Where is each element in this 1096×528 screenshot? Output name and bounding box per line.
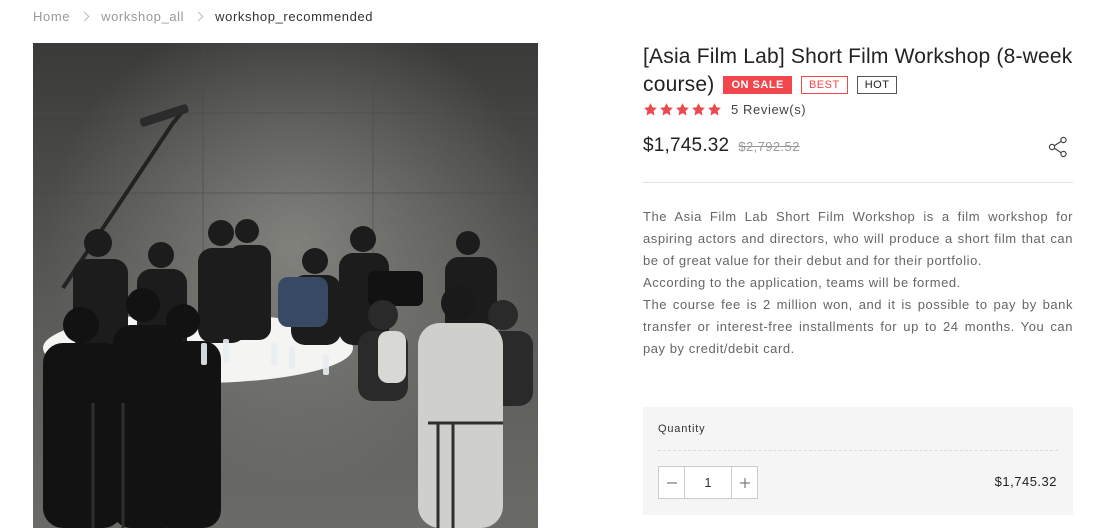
breadcrumb: Home workshop_all workshop_recommended	[33, 9, 373, 24]
share-button[interactable]	[1046, 135, 1070, 159]
star-icon	[676, 103, 689, 116]
review-count-link[interactable]: 5 Review(s)	[731, 102, 806, 117]
quantity-label: Quantity	[658, 423, 706, 435]
description-paragraph: The Asia Film Lab Short Film Workshop is…	[643, 209, 1073, 268]
current-price: $1,745.32	[643, 135, 730, 156]
decrease-quantity-button[interactable]	[659, 467, 685, 498]
plus-icon	[739, 477, 750, 488]
on-sale-badge: ON SALE	[723, 76, 792, 94]
quantity-stepper	[658, 466, 758, 499]
description-paragraph: According to the application, teams will…	[643, 275, 961, 290]
star-icon	[644, 103, 657, 116]
share-icon	[1048, 136, 1067, 158]
workshop-photo	[33, 43, 538, 528]
price-block: $1,745.32 $2,792.52	[643, 135, 800, 157]
description-paragraph: The course fee is 2 million won, and it …	[643, 297, 1073, 356]
breadcrumb-category-link[interactable]: workshop_all	[101, 9, 184, 24]
quantity-panel: Quantity $1,745.32	[643, 407, 1073, 515]
minus-icon	[666, 481, 677, 484]
chevron-right-icon	[193, 11, 204, 22]
product-image[interactable]	[33, 43, 538, 528]
increase-quantity-button[interactable]	[731, 467, 757, 498]
chevron-right-icon	[79, 11, 90, 22]
dashed-divider	[658, 450, 1058, 451]
hot-badge: HOT	[856, 76, 898, 94]
best-badge: BEST	[800, 76, 848, 94]
original-price: $2,792.52	[738, 139, 800, 154]
star-icon	[708, 103, 721, 116]
star-icon	[660, 103, 673, 116]
divider	[643, 182, 1073, 183]
line-total: $1,745.32	[994, 474, 1057, 489]
product-description: The Asia Film Lab Short Film Workshop is…	[643, 206, 1073, 360]
breadcrumb-current: workshop_recommended	[215, 9, 374, 24]
product-rating: 5 Review(s)	[643, 102, 806, 117]
star-icon	[692, 103, 705, 116]
quantity-input[interactable]	[685, 467, 731, 498]
star-rating	[643, 102, 722, 117]
product-title: [Asia Film Lab] Short Film Workshop (8-w…	[643, 43, 1073, 99]
breadcrumb-home-link[interactable]: Home	[33, 9, 70, 24]
